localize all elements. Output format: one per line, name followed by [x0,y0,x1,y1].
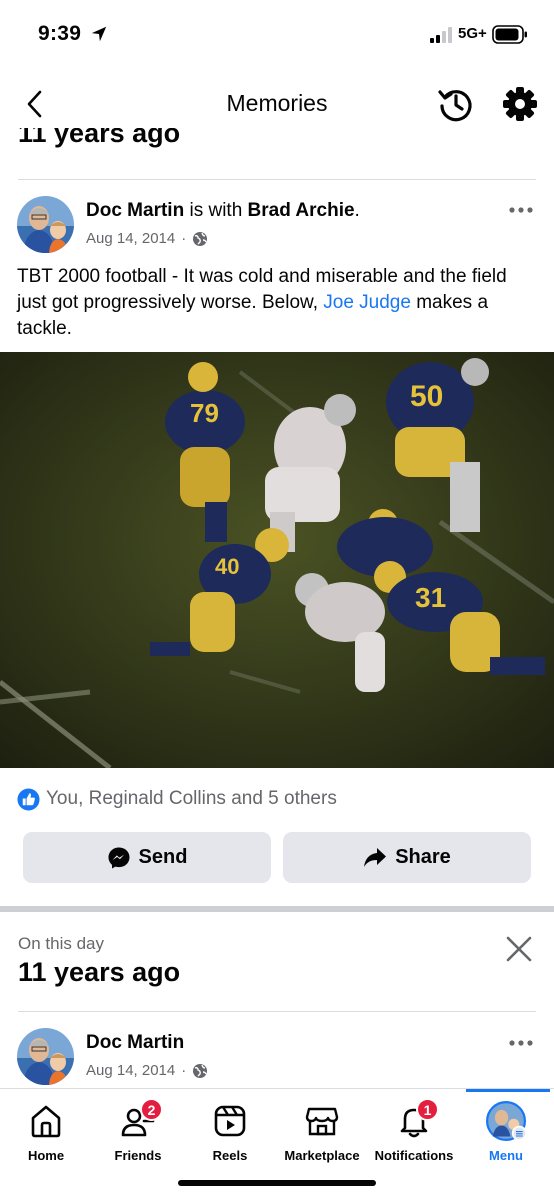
gear-icon[interactable] [500,84,540,124]
reactions-text: You, Reginald Collins and 5 others [46,788,337,809]
with-text: is with [184,200,248,221]
share-arrow-icon [364,847,387,867]
signal-icon [430,27,452,43]
years-ago-heading: 11 years ago [18,957,181,987]
date-separator: · [181,1062,187,1079]
post2-author-line: Doc Martin [86,1032,184,1054]
like-reaction-icon [17,787,40,811]
share-label: Share [395,846,451,868]
more-options-icon[interactable] [508,204,534,216]
marketplace-icon [305,1107,339,1136]
send-button[interactable]: Send [23,832,271,883]
post-date-line: Aug 14, 2014 · [86,230,208,247]
section-separator [0,906,554,912]
location-arrow-icon [91,26,107,42]
friends-badge: 2 [140,1098,163,1121]
post-text: TBT 2000 football - It was cold and mise… [17,266,507,339]
home-icon [31,1105,61,1138]
svg-text:31: 31 [415,582,446,613]
divider [18,179,536,180]
author-avatar[interactable] [17,196,74,253]
svg-text:40: 40 [215,554,239,579]
tagged-suffix: . [354,200,360,221]
post-header: Doc Martin is with Brad Archie. Aug 14, … [0,196,554,256]
post-date[interactable]: Aug 14, 2014 [86,1062,175,1079]
globe-icon [193,231,208,246]
close-icon[interactable] [504,934,534,964]
send-label: Send [138,846,188,868]
divider [18,1011,536,1012]
on-this-day-label: On this day [18,934,104,953]
date-separator: · [181,230,187,247]
partial-section-heading: 11 years ago [18,128,181,148]
notifications-badge: 1 [416,1098,439,1121]
globe-icon [193,1063,208,1078]
network-type: 5G+ [458,25,487,42]
share-button[interactable]: Share [283,832,531,883]
svg-text:50: 50 [410,380,443,413]
status-bar: 9:39 5G+ [0,0,554,70]
author-name[interactable]: Doc Martin [86,200,184,221]
post2-date-line: Aug 14, 2014 · [86,1062,208,1079]
home-indicator [178,1180,376,1186]
post-author-line: Doc Martin is with Brad Archie. [86,200,360,222]
messenger-icon [108,847,130,868]
post2-header: Doc Martin Aug 14, 2014 · [0,1028,554,1088]
more-options-icon[interactable] [508,1037,534,1049]
tagged-name[interactable]: Brad Archie [248,200,355,221]
tagged-link[interactable]: Joe Judge [323,292,411,313]
history-icon[interactable] [436,84,476,124]
author-avatar[interactable] [17,1028,74,1085]
author-name[interactable]: Doc Martin [86,1032,184,1053]
battery-icon [492,25,527,44]
post-date[interactable]: Aug 14, 2014 [86,230,175,247]
tab-menu-label: Menu [489,1148,523,1163]
reels-icon [214,1105,246,1137]
tab-menu[interactable]: Menu [460,1089,552,1169]
post-photo[interactable]: 79 50 40 31 [0,352,554,768]
reactions-summary[interactable]: You, Reginald Collins and 5 others [17,786,337,812]
profile-avatar-icon [486,1101,526,1141]
status-time: 9:39 [38,22,82,45]
svg-text:79: 79 [190,398,219,428]
